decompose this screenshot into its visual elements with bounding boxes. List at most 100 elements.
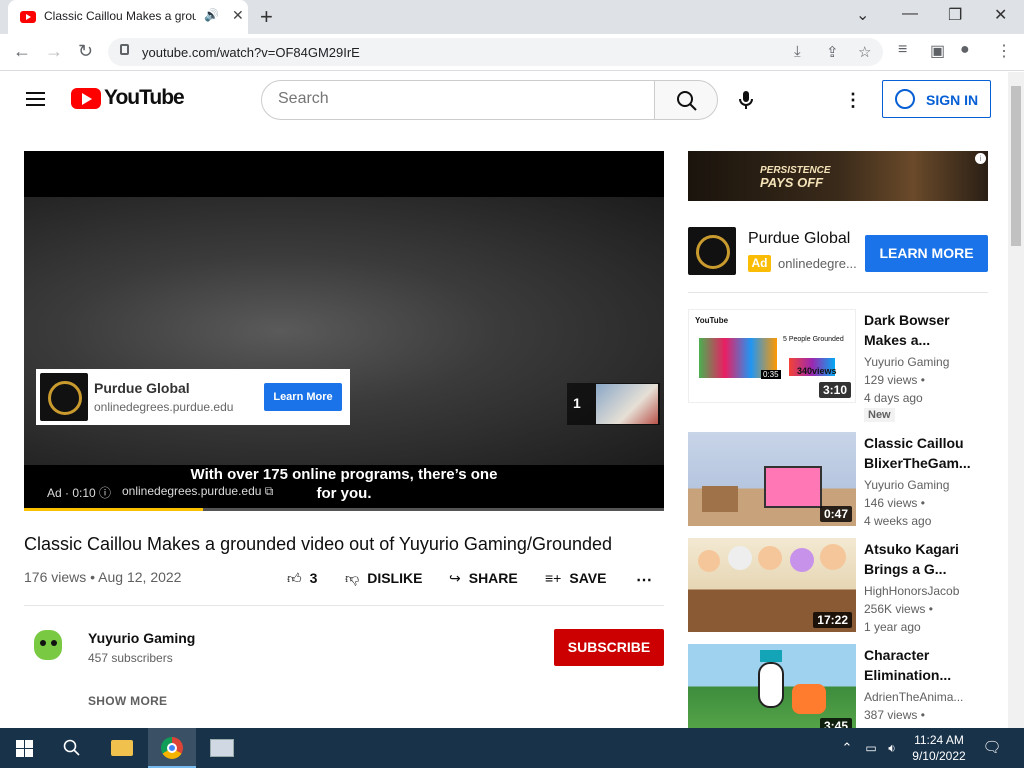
recommendation-channel[interactable]: Yuyurio Gaming (864, 355, 949, 369)
playlist-add-icon: ≡+ (545, 570, 562, 586)
recommendation-item[interactable]: 17:22 Atsuko Kagari Brings a G... HighHo… (688, 538, 988, 634)
skip-countdown: 1 (573, 395, 581, 411)
recommendation-views: 129 views • (864, 373, 925, 387)
video-thumbnail[interactable]: 0:47 (688, 432, 856, 526)
network-icon[interactable]: ▭ (860, 728, 882, 768)
chrome-taskbar-icon[interactable] (148, 728, 196, 768)
show-hidden-icons-icon[interactable]: ⌃ (836, 728, 858, 768)
windows-start-icon[interactable] (0, 728, 48, 768)
browser-menu-icon[interactable]: ⋮ (996, 41, 1012, 61)
youtube-header: YouTube ⋮ SIGN IN (0, 72, 1008, 128)
save-button[interactable]: ≡+ SAVE (545, 570, 606, 586)
thumbs-down-icon: 👎︎ (345, 570, 360, 586)
settings-kebab-icon[interactable]: ⋮ (844, 90, 862, 111)
recommendation-age: 4 days ago (864, 391, 923, 405)
like-button[interactable]: 👍︎ 3 (287, 570, 317, 587)
video-meta: 176 views • Aug 12, 2022 (24, 569, 182, 585)
thumbnail-youtube-label: YouTube (695, 316, 729, 325)
volume-icon[interactable]: 🔉︎ (882, 728, 902, 768)
recommendation-title[interactable]: Atsuko Kagari Brings a G... (864, 539, 984, 579)
ad-domain-link[interactable]: onlinedegrees.purdue.edu ⧉ (122, 484, 273, 499)
channel-avatar[interactable] (24, 622, 72, 670)
recommendation-views: 387 views • (864, 708, 925, 722)
video-thumbnail[interactable]: 17:22 (688, 538, 856, 632)
address-bar[interactable]: youtube.com/watch?v=OF84GM29IrE ⤓ ⇪ ☆ (108, 38, 883, 66)
notifications-icon[interactable]: 🗨︎ (980, 728, 1004, 768)
ad-info[interactable]: Ad · 0:10 ⓘ (47, 484, 111, 501)
media-controls-icon[interactable]: ≡ (898, 41, 907, 59)
recommendation-title[interactable]: Classic Caillou BlixerTheGam... (864, 433, 984, 473)
install-icon[interactable]: ⤓ (794, 43, 801, 60)
dislike-button[interactable]: 👎︎ DISLIKE (345, 570, 422, 587)
player-ad-card[interactable]: Purdue Global onlinedegrees.purdue.edu L… (36, 369, 350, 425)
sidebar-banner-ad[interactable]: PERSISTENCE PAYS OFF i (688, 151, 988, 201)
lock-icon[interactable] (120, 44, 129, 55)
taskbar-search-icon[interactable] (50, 728, 94, 768)
url-text[interactable]: youtube.com/watch?v=OF84GM29IrE (142, 45, 360, 60)
ad-card-domain: onlinedegrees.purdue.edu (94, 400, 234, 414)
close-window-button[interactable]: ✕ (994, 5, 1007, 25)
divider (24, 605, 664, 606)
tab-search-icon[interactable]: ⌄ (856, 5, 869, 25)
recommendation-age: 4 weeks ago (864, 514, 932, 528)
channel-name[interactable]: Yuyurio Gaming (88, 630, 195, 646)
reload-icon[interactable]: ↻ (78, 41, 93, 62)
sidebar-ad-logo-icon[interactable] (688, 227, 736, 275)
sidebar-ad-domain: onlinedegre... (778, 256, 857, 271)
recommendation-channel[interactable]: HighHonorsJacob (864, 584, 959, 598)
ad-badge: Ad (748, 255, 771, 272)
browser-tab[interactable]: Classic Caillou Makes a grounded video o… (8, 0, 248, 34)
close-tab-icon[interactable]: ✕ (232, 7, 244, 24)
youtube-logo-icon[interactable] (71, 88, 101, 109)
app-taskbar-icon[interactable] (200, 728, 244, 768)
youtube-wordmark[interactable]: YouTube (104, 86, 185, 110)
recommendation-views: 256K views • (864, 602, 933, 616)
new-badge: New (864, 408, 895, 422)
share-page-icon[interactable]: ⇪ (826, 43, 839, 61)
side-panel-icon[interactable]: ▣ (930, 41, 945, 61)
recommendation-title[interactable]: Character Elimination... (864, 645, 984, 685)
ad-progress-fill (24, 508, 204, 511)
voice-search-button[interactable] (730, 82, 762, 118)
ad-info-icon[interactable]: i (975, 153, 986, 164)
sidebar-learn-more-button[interactable]: LEARN MORE (865, 235, 988, 272)
forward-icon[interactable]: → (45, 41, 63, 62)
hamburger-menu-icon[interactable] (26, 92, 45, 106)
recommendation-item[interactable]: 0:47 Classic Caillou BlixerTheGam... Yuy… (688, 432, 988, 528)
more-actions-icon[interactable]: ⋯ (636, 570, 652, 590)
taskbar-clock[interactable]: 11:24 AM 9/10/2022 (903, 732, 975, 764)
dislike-label: DISLIKE (367, 570, 423, 586)
new-tab-button[interactable]: + (260, 4, 273, 30)
recommendation-channel[interactable]: Yuyurio Gaming (864, 478, 949, 492)
skip-ad-preview[interactable]: 1 (567, 383, 660, 425)
scrollbar-thumb[interactable] (1011, 86, 1021, 246)
video-duration: 3:10 (818, 382, 851, 398)
ad-learn-more-button[interactable]: Learn More (264, 383, 342, 411)
share-button[interactable]: ↪ SHARE (449, 570, 518, 587)
sign-in-button[interactable]: SIGN IN (882, 80, 991, 118)
recommendation-item[interactable]: YouTube 5 People Grounded 340views 0:35 … (688, 309, 988, 422)
subscribe-button[interactable]: SUBSCRIBE (554, 629, 664, 666)
speaker-icon[interactable]: 🔊 (204, 8, 219, 22)
recommendation-title[interactable]: Dark Bowser Makes a... (864, 310, 984, 350)
search-box[interactable] (261, 80, 655, 120)
back-icon[interactable]: ← (13, 41, 31, 62)
recommendation-channel[interactable]: AdrienTheAnima... (864, 690, 963, 704)
search-button[interactable] (654, 80, 718, 120)
show-more-button[interactable]: SHOW MORE (88, 694, 167, 708)
video-thumbnail[interactable]: 3:45 (688, 644, 856, 738)
sidebar-divider (688, 292, 988, 293)
bookmark-star-icon[interactable]: ☆ (858, 43, 871, 61)
ad-progress-bar[interactable] (24, 508, 664, 511)
recommendation-item[interactable]: 3:45 Character Elimination... AdrienTheA… (688, 644, 988, 740)
profile-icon[interactable]: ● (960, 41, 970, 59)
thumbnail-views-text: 340views (797, 366, 837, 376)
video-player[interactable]: Purdue Global onlinedegrees.purdue.edu L… (24, 151, 664, 511)
search-input[interactable] (278, 90, 638, 108)
file-explorer-icon[interactable] (100, 728, 144, 768)
video-thumbnail[interactable]: YouTube 5 People Grounded 340views 0:35 … (688, 309, 856, 403)
sidebar-ad-name[interactable]: Purdue Global (748, 230, 850, 248)
restore-button[interactable]: ❐ (948, 5, 962, 25)
minimize-button[interactable]: — (902, 5, 918, 23)
page-scrollbar[interactable] (1008, 72, 1024, 728)
